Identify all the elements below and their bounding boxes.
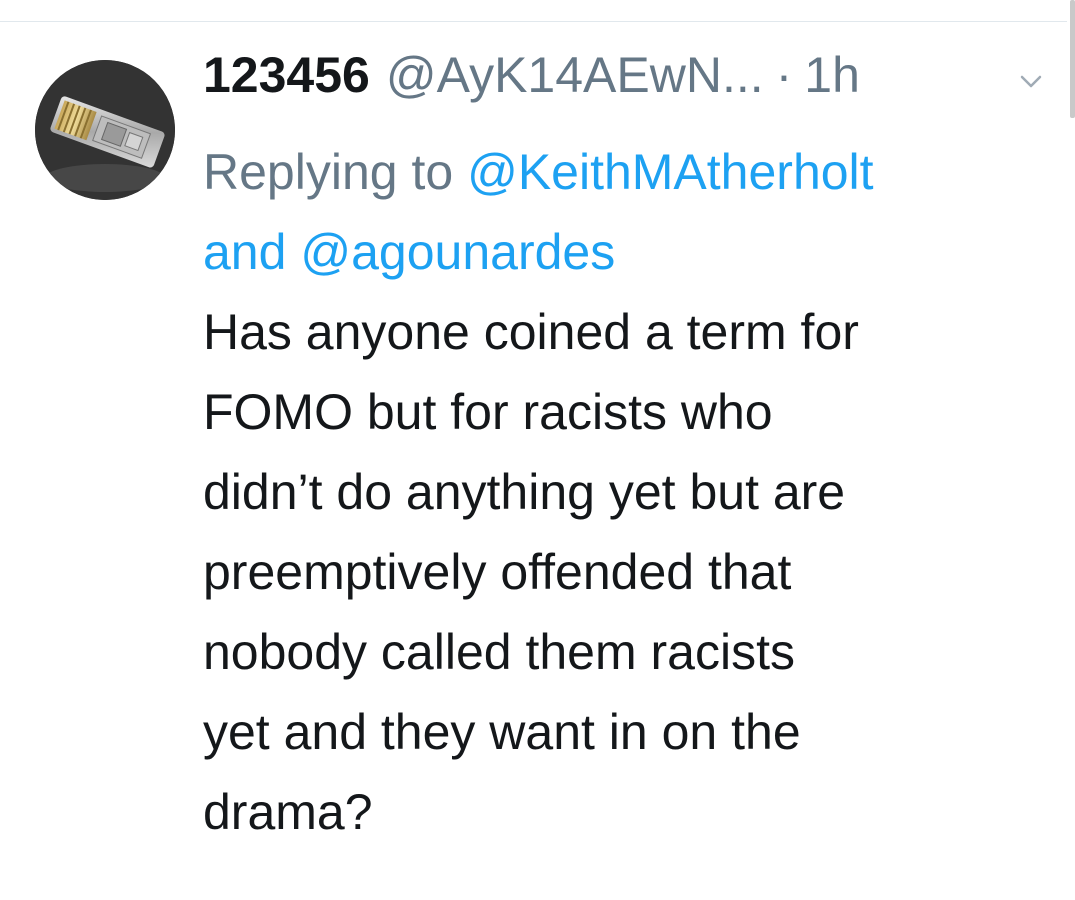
tweet-text-line: Has anyone coined a term for xyxy=(203,304,859,360)
reply-and[interactable]: and xyxy=(203,224,286,280)
tweet-text-line: preemptively offended that xyxy=(203,544,792,600)
tweet-text-line: drama? xyxy=(203,784,373,840)
separator-dot: · xyxy=(775,47,793,103)
tweet-text-line: nobody called them racists xyxy=(203,624,795,680)
tweet-text-line: FOMO but for racists who xyxy=(203,384,773,440)
display-name[interactable]: 123456 xyxy=(203,46,370,104)
scrollbar[interactable] xyxy=(1067,0,1075,900)
reply-mention-agounardes[interactable]: @agounardes xyxy=(300,224,615,280)
tweet-body: Has anyone coined a term for FOMO but fo… xyxy=(203,292,1053,852)
timestamp[interactable]: 1h xyxy=(804,46,860,104)
tweet-header: 123456 @AyK14AEwN... · 1h xyxy=(203,46,860,116)
top-divider xyxy=(0,21,1075,22)
tweet-text-line: yet and they want in on the xyxy=(203,704,801,760)
chevron-down-icon[interactable] xyxy=(1020,75,1042,89)
avatar-image xyxy=(35,60,175,200)
scrollbar-thumb[interactable] xyxy=(1070,0,1075,118)
avatar[interactable] xyxy=(35,60,175,200)
replying-prefix: Replying to xyxy=(203,144,454,200)
replying-to: Replying to @KeithMAtherholt and @agouna… xyxy=(203,132,1053,292)
tweet-text-line: didn’t do anything yet but are xyxy=(203,464,846,520)
user-handle[interactable]: @AyK14AEwN... xyxy=(386,46,764,104)
reply-mention-keith[interactable]: @KeithMAtherholt xyxy=(467,144,874,200)
